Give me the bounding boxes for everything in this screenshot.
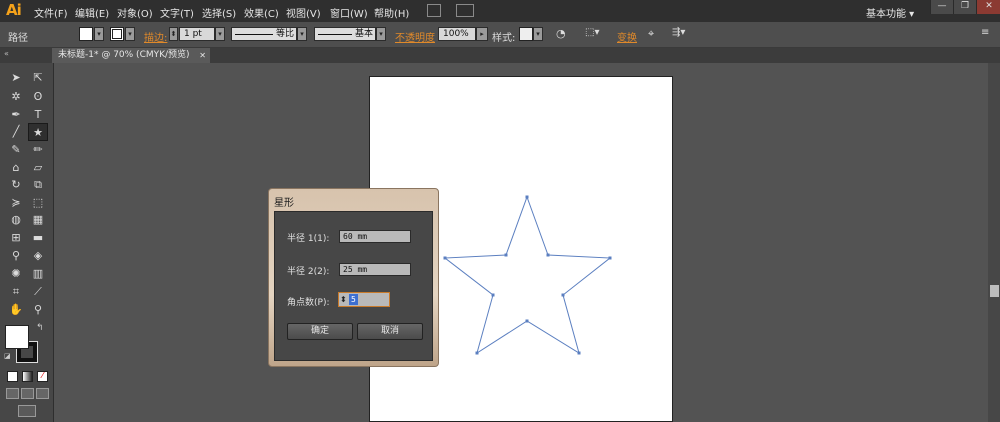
ok-button[interactable]: 确定 bbox=[287, 323, 353, 340]
anchor-point[interactable] bbox=[443, 256, 447, 260]
star-shape[interactable] bbox=[443, 195, 612, 355]
radius2-label: 半径 2(2): bbox=[287, 267, 330, 277]
radius2-input[interactable]: 25 mm bbox=[339, 263, 411, 276]
radius1-input[interactable]: 60 mm bbox=[339, 230, 411, 243]
anchor-point[interactable] bbox=[504, 253, 508, 257]
points-stepper[interactable]: ⬍ 5 bbox=[338, 292, 390, 307]
points-label: 角点数(P): bbox=[287, 298, 330, 308]
scrollbar-thumb[interactable] bbox=[990, 285, 999, 297]
points-stepper-arrows-icon[interactable]: ⬍ bbox=[340, 293, 347, 306]
star-path[interactable] bbox=[0, 0, 1000, 422]
dialog-body: 半径 1(1): 60 mm 半径 2(2): 25 mm 角点数(P): ⬍ … bbox=[274, 211, 433, 361]
anchor-point[interactable] bbox=[608, 256, 612, 260]
anchor-point[interactable] bbox=[475, 351, 479, 355]
anchor-point[interactable] bbox=[525, 195, 529, 199]
anchor-point[interactable] bbox=[561, 293, 565, 297]
anchor-point[interactable] bbox=[525, 319, 529, 323]
dialog-title: 星形 bbox=[274, 198, 294, 209]
anchor-point[interactable] bbox=[546, 253, 550, 257]
anchor-points bbox=[443, 195, 612, 355]
vertical-scrollbar[interactable] bbox=[988, 63, 1000, 422]
star-dialog: 星形 半径 1(1): 60 mm 半径 2(2): 25 mm 角点数(P):… bbox=[268, 188, 439, 367]
cancel-button[interactable]: 取消 bbox=[357, 323, 423, 340]
anchor-point[interactable] bbox=[577, 351, 581, 355]
radius1-label: 半径 1(1): bbox=[287, 234, 330, 244]
points-input[interactable]: 5 bbox=[349, 294, 358, 305]
anchor-point[interactable] bbox=[491, 293, 495, 297]
